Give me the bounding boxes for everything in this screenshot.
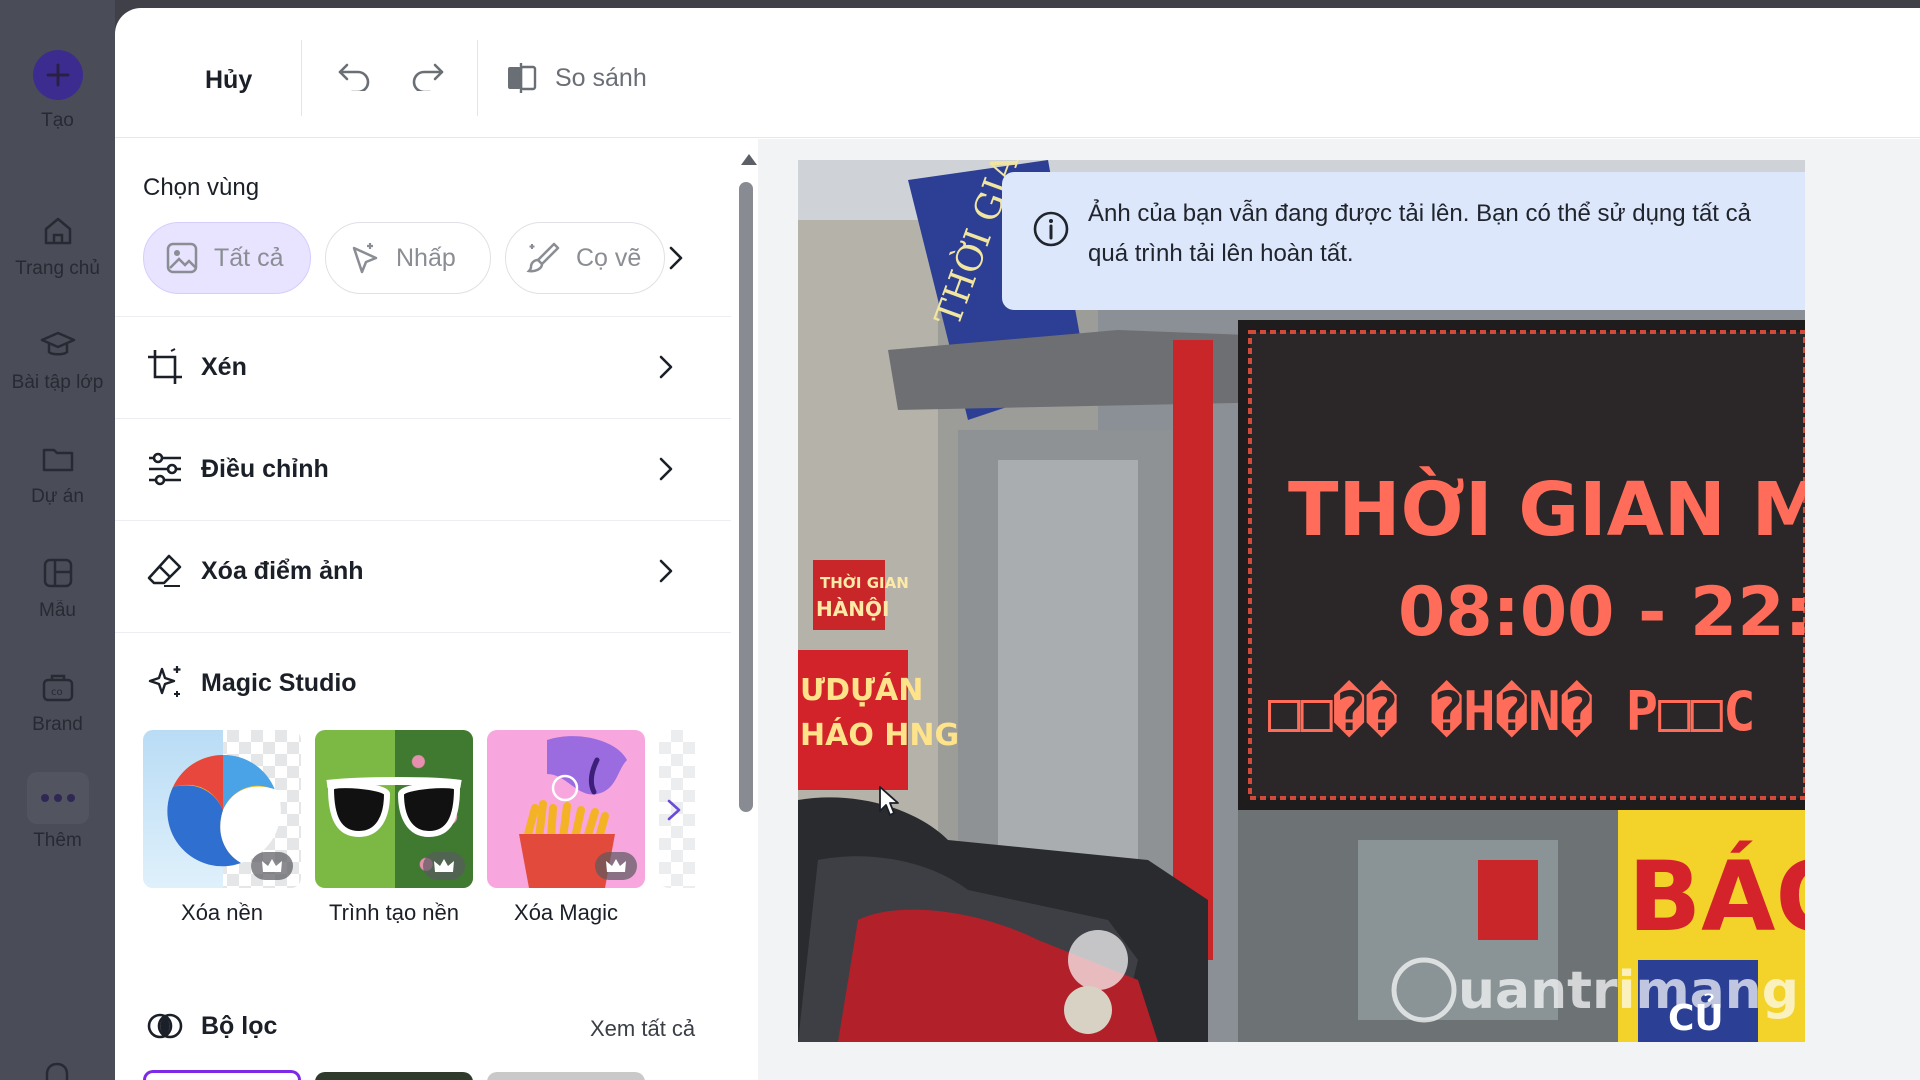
sidebar-item-label: Trang chủ [15, 258, 100, 279]
image-select-icon [166, 242, 198, 274]
click-sparkle-icon [352, 243, 378, 274]
app-sidebar: Tạo Trang chủ Bài tập lớp Dự án Mẫu co B… [0, 0, 115, 1080]
undo-button[interactable] [333, 54, 377, 98]
upload-toast: Ảnh của bạn vẫn đang được tải lên. Bạn c… [1002, 172, 1805, 310]
chip-click[interactable]: Nhấp [325, 222, 491, 294]
svg-text:BÁO: BÁO [1628, 840, 1805, 953]
sidebar-item-templates[interactable]: Mẫu [0, 554, 115, 622]
svg-text:co: co [51, 687, 63, 698]
toolbar-divider [477, 40, 478, 116]
home-icon [44, 217, 71, 245]
editor-toolbar: Hủy So sánh [115, 8, 1920, 138]
chip-brush[interactable]: Cọ vẽ [505, 222, 665, 294]
eraser-icon [147, 554, 182, 587]
sidebar-item-label: Tạo [41, 110, 74, 131]
sidebar-item-more[interactable]: Thêm [0, 772, 115, 852]
chip-label: Cọ vẽ [576, 243, 642, 272]
sidebar-item-projects[interactable]: Dự án [0, 440, 115, 508]
magic-studio-section: Magic Studio [115, 632, 731, 712]
brush-icon [526, 242, 560, 273]
sunglasses-image [326, 777, 462, 838]
undo-icon [338, 63, 370, 91]
mouse-cursor-icon [879, 786, 899, 816]
sidebar-item-home[interactable]: Trang chủ [0, 212, 115, 280]
svg-text:uantrimang: uantrimang [1458, 961, 1799, 1021]
toast-line-1: Ảnh của bạn vẫn đang được tải lên. Bạn c… [1088, 200, 1751, 227]
chevron-right-icon [659, 355, 673, 379]
chevron-right-icon[interactable] [663, 244, 689, 272]
sidebar-item-label: Bài tập lớp [11, 372, 104, 393]
premium-crown-icon [251, 852, 293, 880]
see-all-link[interactable]: Xem tất cả [590, 1016, 695, 1042]
sidebar-item-classwork[interactable]: Bài tập lớp [0, 326, 115, 394]
row-label: Xén [201, 353, 247, 381]
sidebar-item-create[interactable]: Tạo [0, 50, 115, 132]
filter-thumb[interactable] [143, 1070, 301, 1080]
row-adjust[interactable]: Điều chỉnh [115, 418, 731, 520]
sidebar-item-label: Dự án [31, 486, 84, 507]
row-crop[interactable]: Xén [115, 316, 731, 418]
toolbar-divider [301, 40, 302, 116]
crop-icon [145, 347, 182, 384]
compare-label: So sánh [555, 63, 647, 92]
magic-tool-label: Trình tạo nền [328, 900, 460, 925]
graduation-cap-icon [40, 331, 75, 356]
chevron-right-icon[interactable] [663, 798, 685, 822]
more-dots-icon [26, 772, 89, 824]
scroll-up-arrow-icon[interactable] [741, 154, 757, 165]
svg-text:HÀNỘI: HÀNỘI [816, 597, 889, 621]
toast-line-2: quá trình tải lên hoàn tất. [1088, 240, 1354, 267]
chip-select-all[interactable]: Tất cả [143, 222, 311, 294]
cancel-button[interactable]: Hủy [175, 44, 282, 116]
redo-icon [412, 63, 444, 91]
redo-button[interactable] [405, 54, 449, 98]
compare-button[interactable]: So sánh [505, 48, 647, 108]
scroll-thumb[interactable] [739, 182, 753, 812]
chevron-right-icon [659, 559, 673, 583]
plus-icon [32, 50, 83, 100]
row-label: Xóa điểm ảnh [201, 557, 364, 585]
filter-thumb[interactable] [315, 1072, 473, 1080]
brand-kit-icon: co [42, 674, 73, 702]
premium-crown-icon [423, 852, 465, 880]
magic-sparkles-icon [148, 666, 181, 697]
svg-text:THỜI GIAN MỞ CỬ: THỜI GIAN MỞ CỬ [1288, 458, 1805, 553]
select-area-title: Chọn vùng [143, 174, 260, 201]
sidebar-item-brand[interactable]: co Brand [0, 668, 115, 736]
magic-studio-title: Magic Studio [201, 669, 357, 697]
chip-label: Nhấp [396, 243, 456, 272]
notification-bell-icon[interactable] [38, 1058, 76, 1080]
beach-ball-image [167, 754, 281, 867]
sidebar-item-label: Brand [32, 714, 83, 735]
filters-icon [147, 1013, 183, 1039]
svg-text:□□�� �H�N� P□□C: □□�� �H�N� P□□C [1268, 679, 1756, 743]
sidebar-item-label: Mẫu [39, 600, 76, 621]
magic-tool-bg-generator[interactable] [315, 730, 473, 888]
chevron-right-icon [659, 457, 673, 481]
svg-text:HÁO HNG: HÁO HNG [800, 717, 959, 753]
row-erase-pixels[interactable]: Xóa điểm ảnh [115, 520, 731, 622]
folder-icon [42, 448, 73, 472]
filters-title: Bộ lọc [201, 1012, 278, 1040]
magic-tool-label: Xóa Magic [514, 900, 618, 925]
svg-text:ƯDỰÁN: ƯDỰÁN [800, 672, 923, 708]
svg-text:THỜI GIAN: THỜI GIAN [820, 573, 909, 592]
svg-text:08:00 - 22:00.: 08:00 - 22:00. [1398, 573, 1805, 652]
sliders-icon [149, 452, 181, 486]
compare-icon [508, 63, 537, 93]
template-icon [43, 558, 72, 588]
row-label: Điều chỉnh [201, 455, 329, 483]
magic-tool-remove-bg[interactable] [143, 730, 301, 888]
info-icon [1033, 211, 1069, 247]
magic-tool-label: Xóa nền [181, 900, 263, 925]
chip-label: Tất cả [214, 243, 284, 272]
filter-thumb[interactable] [487, 1072, 645, 1080]
premium-crown-icon [595, 852, 637, 880]
magic-tool-magic-eraser[interactable] [487, 730, 645, 888]
sidebar-item-label: Thêm [33, 830, 82, 851]
panel-scrollbar[interactable] [735, 148, 757, 1080]
